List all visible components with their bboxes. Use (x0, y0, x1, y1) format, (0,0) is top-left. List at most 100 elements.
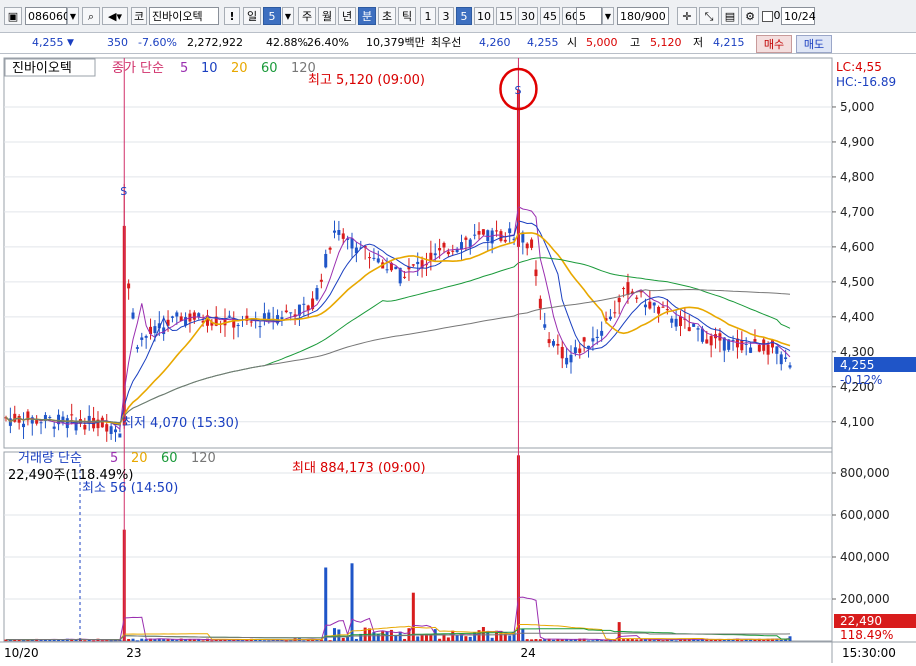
volume-bar (394, 635, 398, 641)
interval-input[interactable]: 5 (576, 7, 602, 25)
stock-code-input[interactable]: 086060 (25, 7, 70, 25)
period-dropdown-icon[interactable]: ▼ (282, 7, 294, 25)
interval-button-45[interactable]: 45 (540, 7, 560, 25)
candle-body (52, 426, 56, 429)
buy-button[interactable]: 매수 (756, 35, 792, 53)
candle-body (131, 312, 135, 319)
price-legend-period: 20 (231, 61, 248, 76)
current-volume-marker-text: 22,490 (840, 614, 882, 628)
volume-bar (481, 627, 485, 641)
price-tick-label: 4,900 (840, 135, 874, 149)
interval-button-30[interactable]: 30 (518, 7, 538, 25)
volume-bar (464, 636, 468, 641)
candle-body (749, 347, 753, 353)
ratio-1: 42.88% (266, 36, 308, 49)
volume-bar (332, 628, 336, 641)
hc-label: HC:-16.89 (836, 75, 896, 89)
volume-bar (74, 639, 78, 641)
candle-body (657, 306, 661, 314)
count-field[interactable]: 180/900 (617, 7, 669, 25)
sell-button[interactable]: 매도 (796, 35, 832, 53)
volume-bar (560, 639, 564, 641)
volume-bar (210, 640, 214, 642)
candle-body (118, 433, 122, 438)
speaker-icon[interactable]: ◀▾ (102, 7, 128, 25)
interval-button-3[interactable]: 3 (438, 7, 454, 25)
candle-body (368, 257, 372, 259)
candle-body (170, 316, 174, 318)
volume-tick-label: 400,000 (840, 550, 890, 564)
high-price: 5,120 (650, 36, 682, 49)
search-icon[interactable]: ⌕ (82, 7, 100, 25)
save-icon[interactable]: ▤ (721, 7, 739, 25)
chart-tool-icon[interactable]: ⤡ (699, 7, 719, 25)
volume-bar (424, 635, 428, 641)
volume-bar (127, 639, 131, 641)
period-week-button[interactable]: 주 (298, 7, 316, 25)
volume-bar (350, 563, 354, 641)
candle-body (617, 297, 621, 303)
candle-body (665, 309, 669, 311)
price-legend-period: 5 (180, 61, 188, 76)
volume-bar (372, 632, 376, 641)
candle-body (613, 312, 617, 314)
lc-label: LC:4,55 (836, 60, 882, 74)
volume-bar (416, 636, 420, 641)
best-bid-price: 4,255 (527, 36, 559, 49)
volume-bar (468, 636, 472, 641)
candle-body (788, 365, 792, 368)
period-year-button[interactable]: 년 (338, 7, 356, 25)
code-dropdown-icon[interactable]: ▼ (67, 7, 79, 25)
period-minute-button[interactable]: 분 (358, 7, 376, 25)
current-price-marker-text: 4,255 (840, 358, 874, 372)
volume-bar (175, 640, 179, 642)
candle-body (284, 310, 288, 313)
candle-body (495, 230, 499, 232)
interval-button-10[interactable]: 10 (474, 7, 494, 25)
candle-body (740, 340, 744, 351)
alert-button[interactable]: ! (224, 7, 240, 25)
volume-legend-period: 20 (131, 451, 148, 466)
candle-body (538, 298, 542, 309)
window-menu-icon[interactable]: ▣ (4, 7, 22, 25)
interval-button-15[interactable]: 15 (496, 7, 516, 25)
volume-tick-label: 600,000 (840, 508, 890, 522)
candle-body (731, 339, 735, 341)
volume-bar (622, 639, 626, 641)
volume-tick-label: 800,000 (840, 466, 890, 480)
volume-legend-period: 60 (161, 451, 178, 466)
candle-body (109, 426, 113, 434)
period-day-value[interactable]: 5 (263, 7, 281, 25)
volume-bar (381, 631, 385, 641)
candle-body (416, 261, 420, 265)
period-second-button[interactable]: 초 (378, 7, 396, 25)
volume-bar (534, 639, 538, 641)
max-price-label: 최고 5,120 (09:00) (308, 73, 425, 88)
market-button[interactable]: 코 (131, 7, 147, 25)
candle-body (648, 301, 652, 309)
gear-icon[interactable]: ⚙ (741, 7, 759, 25)
price-tick-label: 4,400 (840, 310, 874, 324)
period-month-button[interactable]: 월 (318, 7, 336, 25)
crosshair-icon[interactable]: ✛ (677, 7, 697, 25)
candle-body (144, 336, 148, 338)
period-day-button[interactable]: 일 (243, 7, 261, 25)
interval-button-5[interactable]: 5 (456, 7, 472, 25)
candle-body (192, 312, 196, 320)
interval-dropdown-icon[interactable]: ▼ (602, 7, 614, 25)
candle-body (591, 338, 595, 342)
candle-body (569, 354, 573, 363)
candle-body (534, 269, 538, 277)
candle-body (372, 257, 376, 259)
high-label: 고 (630, 36, 641, 49)
volume-bar (289, 640, 293, 642)
candle-body (315, 288, 319, 300)
min-volume-label: 최소 56 (14:50) (82, 481, 178, 496)
candle-body (140, 337, 144, 340)
period-tick-button[interactable]: 틱 (398, 7, 416, 25)
candle-body (13, 413, 17, 422)
candle-body (551, 341, 555, 346)
date-field[interactable]: 10/24 (781, 7, 816, 25)
interval-button-1[interactable]: 1 (420, 7, 436, 25)
stock-chart[interactable]: 4,1004,2004,3004,4004,5004,6004,7004,800… (0, 54, 916, 666)
